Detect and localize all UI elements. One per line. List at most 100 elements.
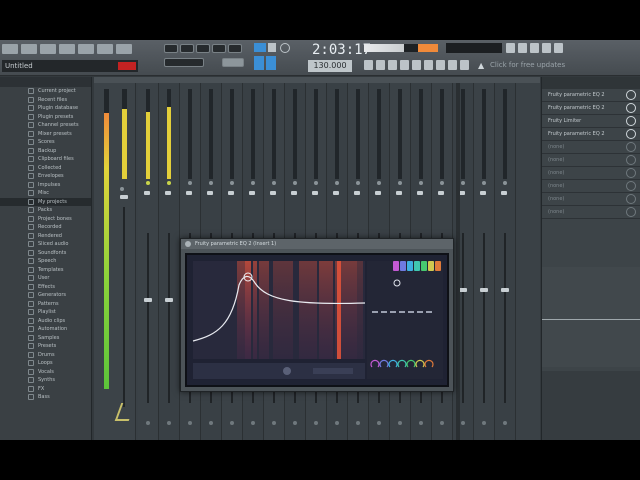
- song-title-box[interactable]: Untitled: [2, 60, 138, 72]
- effect-slot[interactable]: Fruity parametric EQ 2: [542, 89, 640, 102]
- stop-button[interactable]: [196, 44, 210, 53]
- insert-fader[interactable]: [144, 298, 152, 302]
- insert-output-led[interactable]: [482, 421, 486, 425]
- insert-pan-knob[interactable]: [501, 191, 507, 195]
- eq-display[interactable]: [185, 253, 449, 387]
- mixer-strip-insert[interactable]: [159, 83, 180, 440]
- wait-input-icon[interactable]: [254, 56, 264, 70]
- browser-item[interactable]: Collected: [0, 164, 91, 173]
- insert-pan-knob[interactable]: [438, 191, 444, 195]
- browser-item[interactable]: Scores: [0, 138, 91, 147]
- effect-slot[interactable]: Fruity parametric EQ 2: [542, 128, 640, 141]
- paint-icon[interactable]: [376, 60, 385, 70]
- close-icon[interactable]: [185, 241, 191, 247]
- insert-route-led[interactable]: [209, 181, 213, 185]
- insert-output-led[interactable]: [146, 421, 150, 425]
- mixer-strip-insert[interactable]: [495, 83, 516, 440]
- news-icon[interactable]: ▲: [478, 61, 486, 70]
- insert-route-led[interactable]: [146, 181, 150, 185]
- insert-fader[interactable]: [165, 298, 173, 302]
- insert-output-led[interactable]: [293, 421, 297, 425]
- insert-pan-knob[interactable]: [144, 191, 150, 195]
- effect-slot[interactable]: (none): [542, 154, 640, 167]
- browser-item[interactable]: Samples: [0, 334, 91, 343]
- plugin-title[interactable]: Fruity parametric EQ 2 (Insert 1): [181, 239, 453, 249]
- browser-item[interactable]: Templates: [0, 266, 91, 275]
- mixer-strip-insert[interactable]: [138, 83, 159, 440]
- mix-knob-icon[interactable]: [626, 142, 636, 152]
- browser-item[interactable]: Rendered: [0, 232, 91, 241]
- mute-icon[interactable]: [400, 60, 409, 70]
- insert-route-led[interactable]: [188, 181, 192, 185]
- news-text[interactable]: Click for free updates: [490, 61, 565, 69]
- browser-item[interactable]: Clipboard files: [0, 155, 91, 164]
- insert-pan-knob[interactable]: [312, 191, 318, 195]
- insert-route-led[interactable]: [419, 181, 423, 185]
- playlist-icon[interactable]: [506, 43, 515, 53]
- browser-item[interactable]: Automation: [0, 325, 91, 334]
- insert-fader[interactable]: [459, 288, 467, 292]
- mix-knob-icon[interactable]: [626, 155, 636, 165]
- browser-item[interactable]: Plugin presets: [0, 113, 91, 122]
- insert-route-led[interactable]: [461, 181, 465, 185]
- browser-item[interactable]: Channel presets: [0, 121, 91, 130]
- menu-view[interactable]: [78, 44, 94, 54]
- effect-slot[interactable]: (none): [542, 167, 640, 180]
- slip-icon[interactable]: [412, 60, 421, 70]
- browser-item[interactable]: Bass: [0, 393, 91, 402]
- menu-patterns[interactable]: [59, 44, 75, 54]
- menu-file[interactable]: [2, 44, 18, 54]
- insert-route-led[interactable]: [251, 181, 255, 185]
- select-icon[interactable]: [436, 60, 445, 70]
- browser-item[interactable]: Soundfonts: [0, 249, 91, 258]
- insert-output-led[interactable]: [167, 421, 171, 425]
- master-route-led[interactable]: [120, 187, 124, 191]
- effect-slot[interactable]: Fruity parametric EQ 2: [542, 102, 640, 115]
- effect-slot[interactable]: (none): [542, 180, 640, 193]
- insert-pan-knob[interactable]: [375, 191, 381, 195]
- insert-pan-knob[interactable]: [480, 191, 486, 195]
- step-edit-button[interactable]: [222, 58, 244, 67]
- browser-item[interactable]: Presets: [0, 342, 91, 351]
- pattern-mode-button[interactable]: [164, 44, 178, 53]
- browser-item[interactable]: Speech: [0, 257, 91, 266]
- insert-output-led[interactable]: [356, 421, 360, 425]
- mix-knob-icon[interactable]: [626, 181, 636, 191]
- browser-item[interactable]: Plugin database: [0, 104, 91, 113]
- channel-rack-icon[interactable]: [530, 43, 539, 53]
- browser-item[interactable]: Misc: [0, 189, 91, 198]
- effect-slot[interactable]: (none): [542, 206, 640, 219]
- browser-item[interactable]: Audio clips: [0, 317, 91, 326]
- draw-icon[interactable]: [364, 60, 373, 70]
- effect-slot[interactable]: (none): [542, 193, 640, 206]
- play-button[interactable]: [180, 44, 194, 53]
- insert-output-led[interactable]: [209, 421, 213, 425]
- insert-pan-knob[interactable]: [207, 191, 213, 195]
- browser-item[interactable]: Recorded: [0, 223, 91, 232]
- master-fader[interactable]: [120, 195, 128, 199]
- browser-item[interactable]: Patterns: [0, 300, 91, 309]
- eq-band-button[interactable]: [407, 261, 413, 271]
- insert-pan-knob[interactable]: [249, 191, 255, 195]
- insert-output-led[interactable]: [188, 421, 192, 425]
- insert-output-led[interactable]: [440, 421, 444, 425]
- browser-item[interactable]: User: [0, 274, 91, 283]
- slice-icon[interactable]: [424, 60, 433, 70]
- insert-route-led[interactable]: [482, 181, 486, 185]
- insert-route-led[interactable]: [293, 181, 297, 185]
- typing-keyboard-icon[interactable]: [254, 43, 266, 52]
- eq-band-button[interactable]: [414, 261, 420, 271]
- insert-route-led[interactable]: [335, 181, 339, 185]
- browser-item[interactable]: Vocals: [0, 368, 91, 377]
- insert-fader[interactable]: [501, 288, 509, 292]
- mixer-icon[interactable]: [542, 43, 551, 53]
- loop-record-icon[interactable]: [266, 56, 276, 70]
- eq-band-button[interactable]: [400, 261, 406, 271]
- mix-knob-icon[interactable]: [626, 116, 636, 126]
- eq-graph[interactable]: [187, 255, 447, 385]
- insert-route-led[interactable]: [356, 181, 360, 185]
- browser-item[interactable]: My projects: [0, 197, 91, 206]
- eq-band-button[interactable]: [421, 261, 427, 271]
- insert-pan-knob[interactable]: [291, 191, 297, 195]
- effect-slot[interactable]: Fruity Limiter: [542, 115, 640, 128]
